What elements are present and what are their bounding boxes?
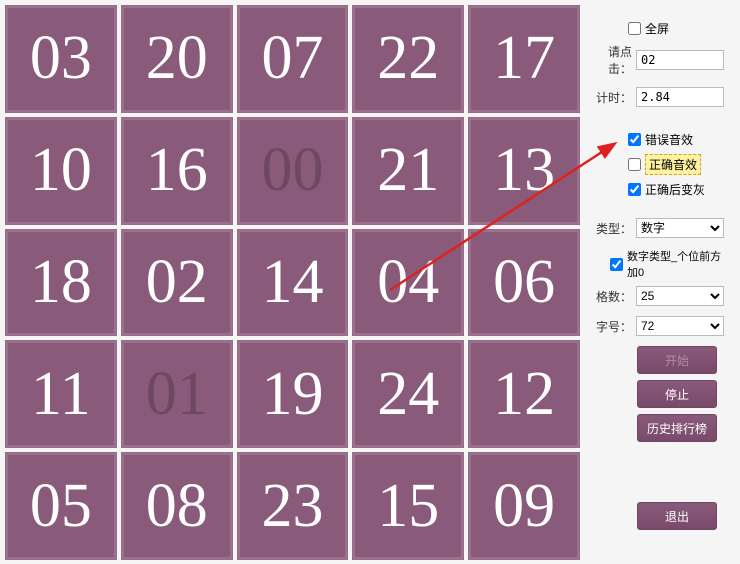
count-label: 格数：: [592, 288, 632, 305]
click-prompt-label: 请点击：: [592, 43, 632, 77]
gray-after-label: 正确后变灰: [645, 181, 705, 198]
leading-zero-input[interactable]: [610, 258, 623, 271]
grid-cell[interactable]: 09: [468, 452, 580, 560]
fullscreen-label: 全屏: [645, 20, 669, 37]
grid-cell[interactable]: 22: [352, 5, 464, 113]
grid-cell[interactable]: 15: [352, 452, 464, 560]
grid-cell[interactable]: 12: [468, 340, 580, 448]
correct-sound-checkbox[interactable]: 正确音效: [628, 154, 732, 175]
grid-cell[interactable]: 14: [237, 229, 349, 337]
font-label: 字号：: [592, 318, 632, 335]
type-select[interactable]: 数字: [636, 218, 724, 238]
grid-cell[interactable]: 06: [468, 229, 580, 337]
grid-cell[interactable]: 23: [237, 452, 349, 560]
grid-cell[interactable]: 20: [121, 5, 233, 113]
error-sound-input[interactable]: [628, 133, 641, 146]
grid-cell[interactable]: 04: [352, 229, 464, 337]
grid-cell[interactable]: 00: [237, 117, 349, 225]
correct-sound-input[interactable]: [628, 158, 641, 171]
grid-cell[interactable]: 01: [121, 340, 233, 448]
exit-button[interactable]: 退出: [637, 502, 717, 530]
error-sound-label: 错误音效: [645, 131, 693, 148]
control-panel: 全屏 请点击： 计时： 错误音效 正确音效 正确后变灰 类型： 数字 数字类型_…: [592, 20, 732, 536]
fullscreen-checkbox[interactable]: 全屏: [628, 20, 732, 37]
grid-cell[interactable]: 02: [121, 229, 233, 337]
timer-value[interactable]: [636, 87, 724, 107]
grid-cell[interactable]: 10: [5, 117, 117, 225]
grid-cell[interactable]: 24: [352, 340, 464, 448]
grid-cell[interactable]: 18: [5, 229, 117, 337]
timer-label: 计时：: [592, 89, 632, 106]
grid-cell[interactable]: 19: [237, 340, 349, 448]
grid-cell[interactable]: 21: [352, 117, 464, 225]
click-prompt-value[interactable]: [636, 50, 724, 70]
schulte-grid: 0320072217 1016002113 1802140406 1101192412…: [5, 5, 580, 560]
gray-after-checkbox[interactable]: 正确后变灰: [628, 181, 732, 198]
grid-cell[interactable]: 05: [5, 452, 117, 560]
correct-sound-label: 正确音效: [645, 154, 701, 175]
grid-cell[interactable]: 17: [468, 5, 580, 113]
stop-button[interactable]: 停止: [637, 380, 717, 408]
fullscreen-input[interactable]: [628, 22, 641, 35]
gray-after-input[interactable]: [628, 183, 641, 196]
grid-cell[interactable]: 03: [5, 5, 117, 113]
grid-cell[interactable]: 11: [5, 340, 117, 448]
grid-cell[interactable]: 07: [237, 5, 349, 113]
count-select[interactable]: 25: [636, 286, 724, 306]
history-button[interactable]: 历史排行榜: [637, 414, 717, 442]
grid-cell[interactable]: 08: [121, 452, 233, 560]
leading-zero-label: 数字类型_个位前方加0: [627, 248, 732, 280]
error-sound-checkbox[interactable]: 错误音效: [628, 131, 732, 148]
grid-cell[interactable]: 13: [468, 117, 580, 225]
start-button[interactable]: 开始: [637, 346, 717, 374]
leading-zero-checkbox[interactable]: 数字类型_个位前方加0: [610, 248, 732, 280]
type-label: 类型：: [592, 220, 632, 237]
grid-cell[interactable]: 16: [121, 117, 233, 225]
font-select[interactable]: 72: [636, 316, 724, 336]
